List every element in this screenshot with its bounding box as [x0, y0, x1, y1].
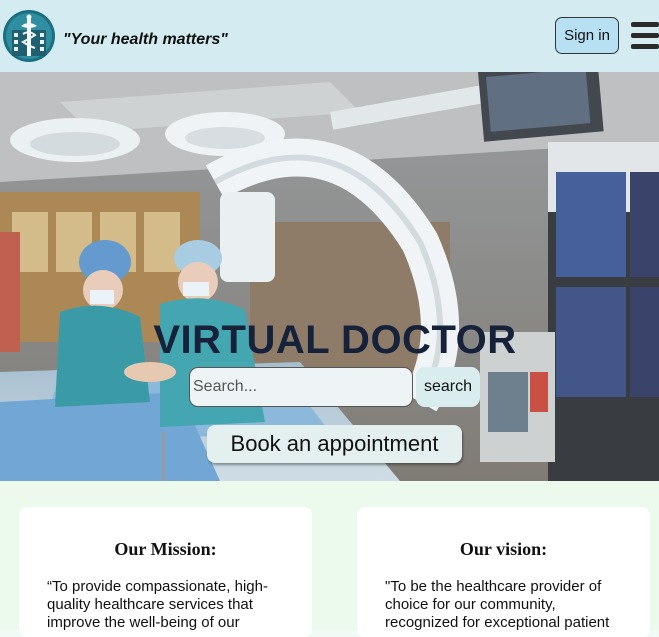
site-tagline: "Your health matters"	[63, 31, 228, 48]
hero-title: VIRTUAL DOCTOR	[153, 318, 517, 362]
mission-title: Our Mission:	[114, 539, 217, 559]
vision-title: Our vision:	[459, 539, 548, 559]
search-button[interactable]: search	[416, 367, 480, 407]
sign-in-button[interactable]: Sign in	[555, 17, 619, 54]
mission-text: “To provide compassionate, high-quality …	[47, 578, 268, 631]
book-appointment-button[interactable]: Book an appointment	[207, 425, 462, 463]
vision-text: "To be the healthcare provider of choice…	[385, 578, 610, 631]
site-header: "Your health matters" Sign in	[0, 0, 659, 72]
operating-room-image	[0, 72, 659, 481]
vision-card: Our vision: "To be the healthcare provid…	[357, 507, 650, 637]
hero-banner: VIRTUAL DOCTOR	[0, 72, 659, 481]
hospital-logo-icon[interactable]	[3, 8, 59, 64]
search-input[interactable]	[189, 367, 413, 407]
mission-card: Our Mission: “To provide compassionate, …	[19, 507, 312, 637]
hamburger-menu-icon[interactable]	[631, 21, 659, 53]
